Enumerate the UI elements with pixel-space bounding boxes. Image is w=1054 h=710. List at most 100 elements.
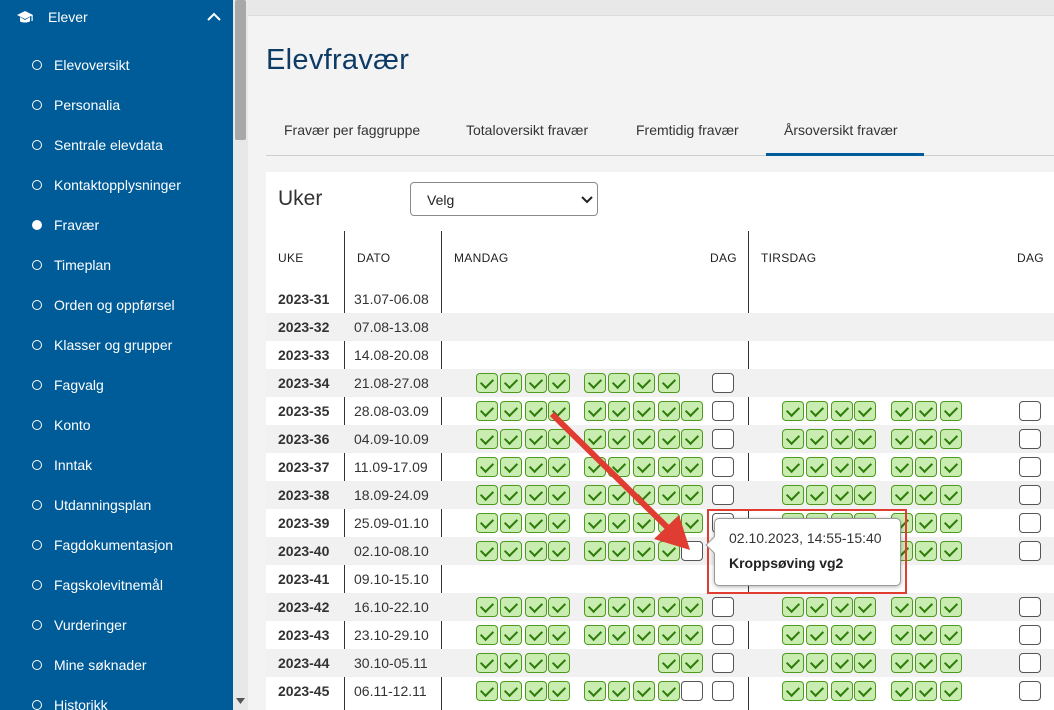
attended-checkbox[interactable] [608,681,630,701]
attended-checkbox[interactable] [525,597,547,617]
attended-checkbox[interactable] [782,597,804,617]
attended-checkbox[interactable] [608,401,630,421]
attended-checkbox[interactable] [891,485,913,505]
attended-checkbox[interactable] [915,429,937,449]
attended-checkbox[interactable] [782,625,804,645]
attended-checkbox[interactable] [940,541,962,561]
attended-checkbox[interactable] [500,513,522,533]
attended-checkbox[interactable] [525,681,547,701]
sidebar-item[interactable]: Kontaktopplysninger [0,165,233,205]
attended-checkbox[interactable] [476,373,498,393]
attended-checkbox[interactable] [548,653,570,673]
empty-checkbox[interactable] [712,597,734,617]
attended-checkbox[interactable] [608,541,630,561]
sidebar-item[interactable]: Vurderinger [0,605,233,645]
attended-checkbox[interactable] [548,457,570,477]
attended-checkbox[interactable] [854,597,876,617]
empty-checkbox[interactable] [1019,485,1041,505]
attended-checkbox[interactable] [806,429,828,449]
attended-checkbox[interactable] [608,513,630,533]
attended-checkbox[interactable] [681,653,703,673]
attended-checkbox[interactable] [476,457,498,477]
empty-checkbox[interactable] [712,373,734,393]
attended-checkbox[interactable] [608,485,630,505]
attended-checkbox[interactable] [940,401,962,421]
attended-checkbox[interactable] [584,513,606,533]
attended-checkbox[interactable] [681,513,703,533]
attended-checkbox[interactable] [476,541,498,561]
attended-checkbox[interactable] [476,681,498,701]
attended-checkbox[interactable] [681,625,703,645]
attended-checkbox[interactable] [633,485,655,505]
attended-checkbox[interactable] [658,485,680,505]
attended-checkbox[interactable] [940,513,962,533]
attended-checkbox[interactable] [681,429,703,449]
attended-checkbox[interactable] [500,597,522,617]
attended-checkbox[interactable] [584,541,606,561]
empty-checkbox[interactable] [1019,653,1041,673]
attended-checkbox[interactable] [891,429,913,449]
attended-checkbox[interactable] [782,653,804,673]
attended-checkbox[interactable] [525,429,547,449]
attended-checkbox[interactable] [681,401,703,421]
attended-checkbox[interactable] [658,401,680,421]
empty-checkbox[interactable] [712,429,734,449]
attended-checkbox[interactable] [681,485,703,505]
tab-fravaer-per-faggruppe[interactable]: Fravær per faggruppe [284,110,420,156]
attended-checkbox[interactable] [891,597,913,617]
sidebar-section-elever[interactable]: Elever [0,0,233,36]
sidebar-item[interactable]: Timeplan [0,245,233,285]
attended-checkbox[interactable] [854,429,876,449]
sidebar-item[interactable]: Mine søknader [0,645,233,685]
attended-checkbox[interactable] [658,625,680,645]
attended-checkbox[interactable] [633,457,655,477]
attended-checkbox[interactable] [476,513,498,533]
attended-checkbox[interactable] [548,485,570,505]
attended-checkbox[interactable] [831,457,853,477]
attended-checkbox[interactable] [915,653,937,673]
attended-checkbox[interactable] [584,485,606,505]
attended-checkbox[interactable] [940,457,962,477]
attended-checkbox[interactable] [940,597,962,617]
attended-checkbox[interactable] [658,541,680,561]
sidebar-item[interactable]: Konto [0,405,233,445]
sidebar-item[interactable]: Inntak [0,445,233,485]
empty-checkbox[interactable] [712,457,734,477]
attended-checkbox[interactable] [831,625,853,645]
attended-checkbox[interactable] [831,429,853,449]
attended-checkbox[interactable] [831,681,853,701]
attended-checkbox[interactable] [525,513,547,533]
sidebar-item[interactable]: Personalia [0,85,233,125]
attended-checkbox[interactable] [782,485,804,505]
empty-checkbox[interactable] [1019,597,1041,617]
attended-checkbox[interactable] [584,429,606,449]
attended-checkbox[interactable] [915,625,937,645]
attended-checkbox[interactable] [891,681,913,701]
sidebar-item[interactable]: Historikk [0,685,233,710]
attended-checkbox[interactable] [633,401,655,421]
attended-checkbox[interactable] [806,457,828,477]
attended-checkbox[interactable] [500,653,522,673]
attended-checkbox[interactable] [476,597,498,617]
attended-checkbox[interactable] [525,485,547,505]
attended-checkbox[interactable] [658,429,680,449]
attended-checkbox[interactable] [782,429,804,449]
attended-checkbox[interactable] [633,541,655,561]
attended-checkbox[interactable] [608,625,630,645]
attended-checkbox[interactable] [584,597,606,617]
sidebar-item[interactable]: Fravær [0,205,233,245]
attended-checkbox[interactable] [633,373,655,393]
attended-checkbox[interactable] [915,485,937,505]
attended-checkbox[interactable] [548,597,570,617]
sidebar-item[interactable]: Orden og oppførsel [0,285,233,325]
attended-checkbox[interactable] [854,485,876,505]
weeks-select[interactable]: Velg [410,182,598,216]
sidebar-item[interactable]: Elevoversikt [0,45,233,85]
attended-checkbox[interactable] [854,625,876,645]
empty-checkbox[interactable] [1019,457,1041,477]
empty-checkbox[interactable] [712,653,734,673]
sidebar-item[interactable]: Fagskolevitnemål [0,565,233,605]
attended-checkbox[interactable] [633,597,655,617]
empty-checkbox[interactable] [1019,541,1041,561]
attended-checkbox[interactable] [658,681,680,701]
